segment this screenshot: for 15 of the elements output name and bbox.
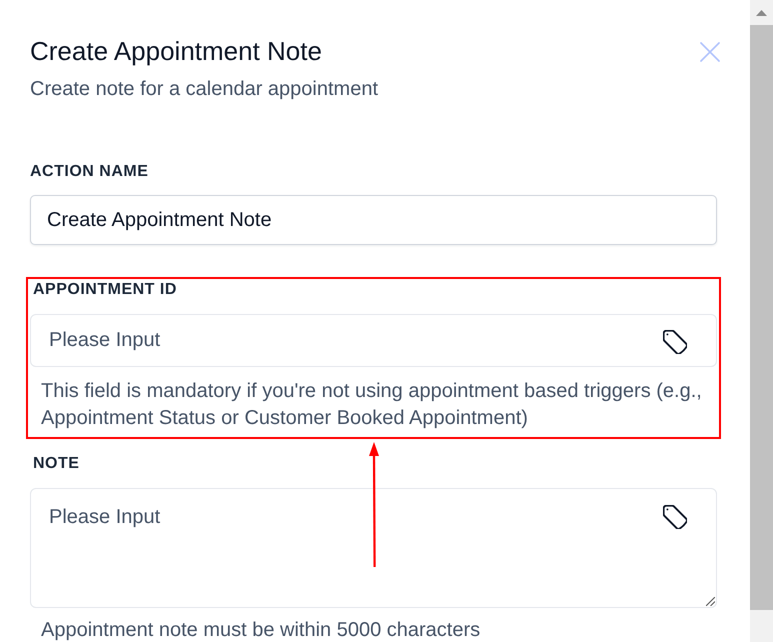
field-label: NOTE — [32, 454, 80, 474]
textarea-field[interactable]: Please Input — [30, 488, 717, 608]
action-name-field[interactable]: Create Appointment Note — [30, 195, 717, 245]
scroll-up-arrow-icon[interactable] — [756, 10, 767, 16]
tag-icon[interactable] — [663, 330, 687, 354]
drawer-title: Create Appointment Note — [30, 35, 322, 67]
close-icon — [699, 41, 721, 63]
drawer-subtitle: Create note for a calendar appointment — [30, 77, 379, 101]
field-label: APPOINTMENT ID — [32, 280, 178, 300]
helper-text: This field is mandatory if you're not using appointment based triggers (e.g., Appointment Status or Customer Booked Appointment) — [40, 379, 703, 431]
field-label: ACTION NAME — [30, 162, 150, 182]
helper-text: Appointment note must be within 5000 characters — [40, 620, 482, 640]
tag-icon[interactable] — [663, 505, 687, 529]
resize-handle-icon[interactable] — [706, 597, 715, 606]
input-field[interactable]: Please Input — [30, 314, 717, 367]
